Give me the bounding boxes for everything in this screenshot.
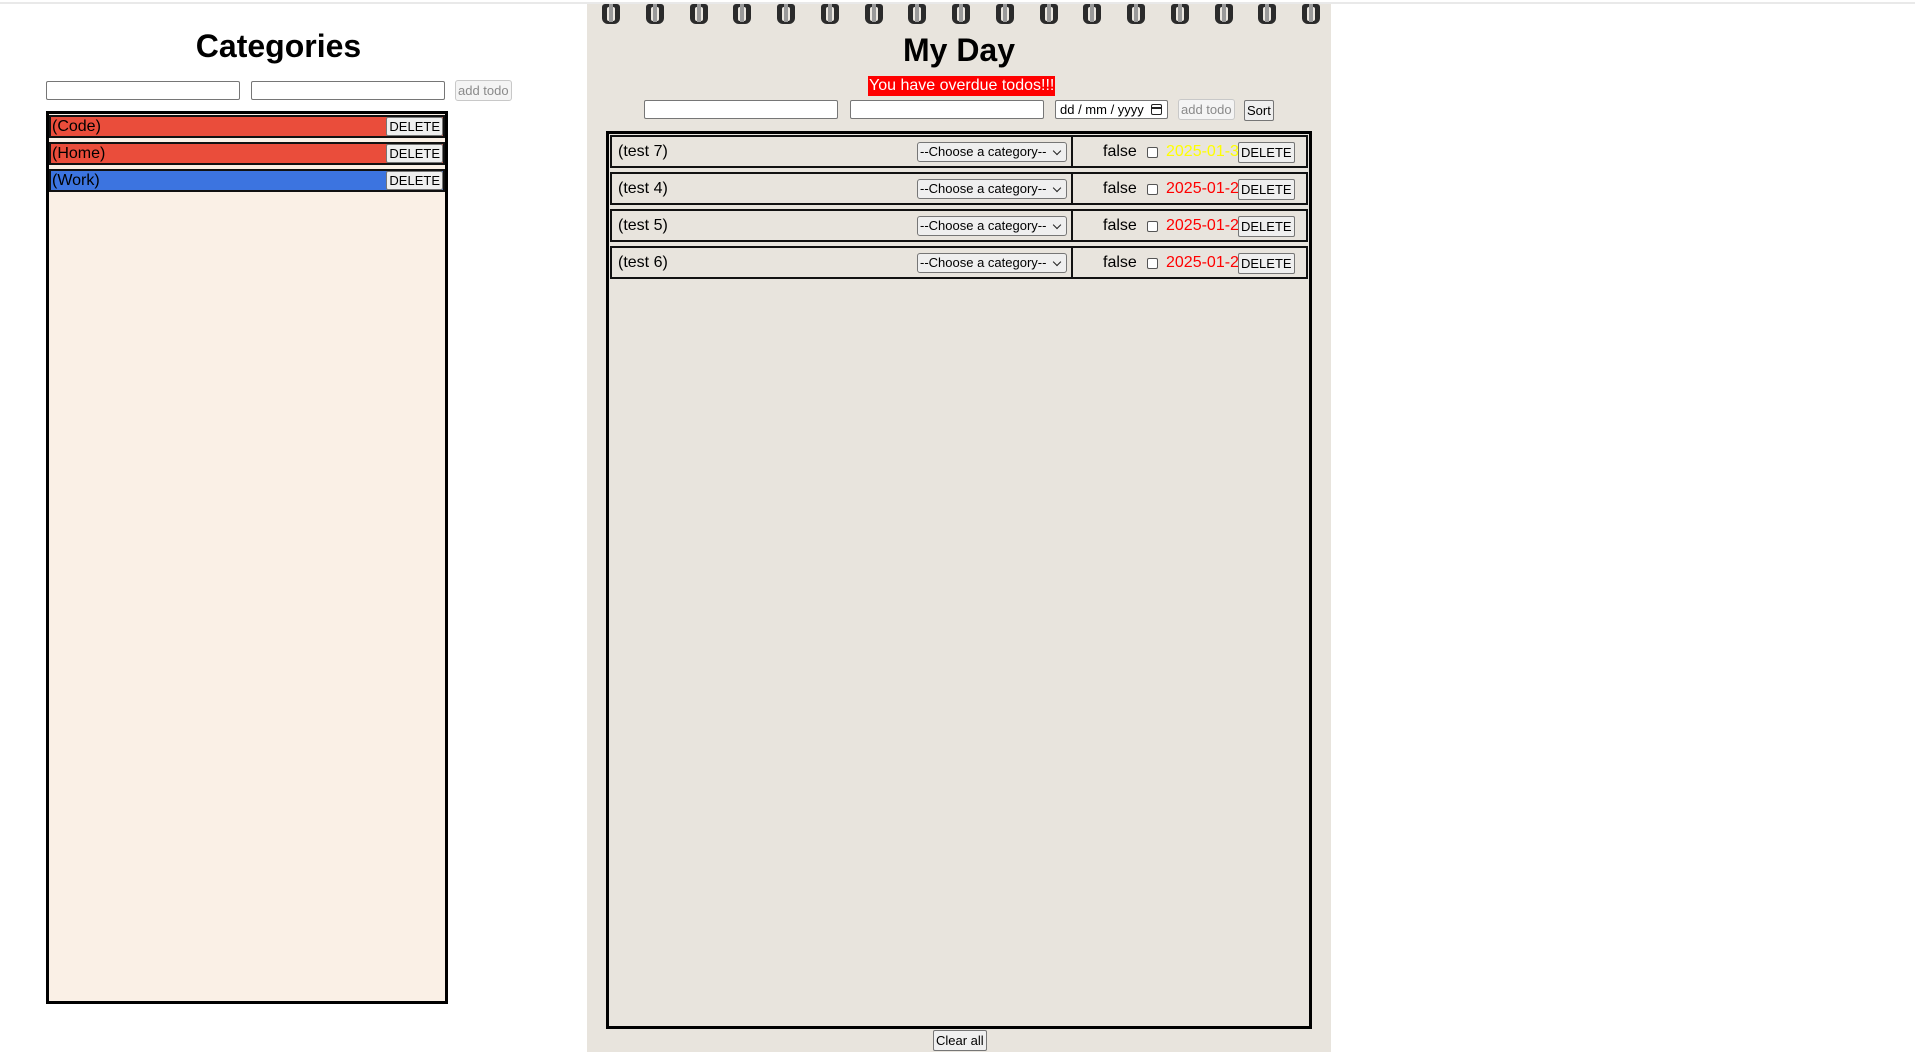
todo-title-input[interactable] (644, 100, 838, 119)
spiral-ring-icon (689, 4, 709, 26)
done-status: false (1103, 180, 1137, 197)
row-divider (1071, 135, 1073, 168)
spiral-ring-icon (1039, 4, 1059, 26)
chevron-down-icon (1052, 220, 1062, 230)
chevron-down-icon (1052, 146, 1062, 156)
spiral-ring-icon (820, 4, 840, 26)
spiral-ring-icon (1170, 4, 1190, 26)
calendar-icon[interactable] (1151, 104, 1162, 115)
spiral-ring-icon (864, 4, 884, 26)
row-divider (1071, 246, 1073, 279)
category-select[interactable]: --Choose a category-- (917, 179, 1067, 199)
spiral-ring-icon (1257, 4, 1277, 26)
category-label: (Work) (52, 172, 100, 189)
due-date-input[interactable]: dd / mm / yyyy (1055, 100, 1168, 119)
category-select-value: --Choose a category-- (920, 255, 1047, 270)
delete-todo-button[interactable]: DELETE (1238, 142, 1295, 163)
category-select-value: --Choose a category-- (920, 181, 1047, 196)
category-select-value: --Choose a category-- (920, 218, 1047, 233)
delete-category-button[interactable]: DELETE (386, 117, 443, 136)
spiral-ring-icon (776, 4, 796, 26)
overdue-alert: You have overdue todos!!! (868, 76, 1056, 96)
done-checkbox[interactable] (1147, 221, 1158, 232)
todo-label: (test 4) (618, 180, 668, 197)
category-label: (Code) (52, 118, 101, 135)
todo-list: (test 7) --Choose a category-- false 202… (606, 131, 1312, 1029)
delete-todo-button[interactable]: DELETE (1238, 179, 1295, 200)
todo-label: (test 6) (618, 254, 668, 271)
delete-todo-button[interactable]: DELETE (1238, 253, 1295, 274)
todo-row: (test 6) --Choose a category-- false 202… (610, 246, 1308, 279)
category-item-code: (Code) DELETE (49, 115, 445, 138)
category-name-input[interactable] (46, 81, 240, 100)
done-checkbox[interactable] (1147, 147, 1158, 158)
due-date: 2025-01-26 (1166, 254, 1248, 271)
spiral-binding (601, 4, 1321, 28)
todo-label: (test 7) (618, 143, 668, 160)
todo-label: (test 5) (618, 217, 668, 234)
row-divider (1071, 172, 1073, 205)
category-select[interactable]: --Choose a category-- (917, 253, 1067, 273)
done-checkbox[interactable] (1147, 258, 1158, 269)
chevron-down-icon (1052, 257, 1062, 267)
spiral-ring-icon (907, 4, 927, 26)
category-select-value: --Choose a category-- (920, 144, 1047, 159)
category-item-home: (Home) DELETE (49, 142, 445, 165)
category-select[interactable]: --Choose a category-- (917, 216, 1067, 236)
spiral-ring-icon (995, 4, 1015, 26)
category-item-work: (Work) DELETE (49, 169, 445, 192)
sort-button[interactable]: Sort (1244, 100, 1274, 121)
done-status: false (1103, 217, 1137, 234)
spiral-ring-icon (645, 4, 665, 26)
clear-all-button[interactable]: Clear all (933, 1030, 987, 1051)
todo-description-input[interactable] (850, 100, 1044, 119)
done-status: false (1103, 254, 1137, 271)
spiral-ring-icon (732, 4, 752, 26)
done-checkbox[interactable] (1147, 184, 1158, 195)
add-todo-button[interactable]: add todo (1178, 99, 1235, 120)
spiral-ring-icon (1301, 4, 1321, 26)
category-color-input[interactable] (251, 81, 445, 100)
row-divider (1071, 209, 1073, 242)
notebook-panel: My Day You have overdue todos!!! dd / mm… (587, 4, 1331, 1052)
todo-row: (test 5) --Choose a category-- false 202… (610, 209, 1308, 242)
category-label: (Home) (52, 145, 106, 162)
spiral-ring-icon (1126, 4, 1146, 26)
todo-row: (test 7) --Choose a category-- false 202… (610, 135, 1308, 168)
delete-category-button[interactable]: DELETE (386, 144, 443, 163)
todo-row: (test 4) --Choose a category-- false 202… (610, 172, 1308, 205)
date-placeholder: dd / mm / yyyy (1060, 102, 1144, 117)
chevron-down-icon (1052, 183, 1062, 193)
categories-title: Categories (195, 28, 362, 64)
category-select[interactable]: --Choose a category-- (917, 142, 1067, 162)
delete-todo-button[interactable]: DELETE (1238, 216, 1295, 237)
spiral-ring-icon (1082, 4, 1102, 26)
spiral-ring-icon (601, 4, 621, 26)
due-date: 2025-01-25 (1166, 217, 1248, 234)
due-date: 2025-01-31 (1166, 143, 1248, 160)
spiral-ring-icon (1214, 4, 1234, 26)
category-list: (Code) DELETE (Home) DELETE (Work) DELET… (46, 111, 448, 1004)
due-date: 2025-01-24 (1166, 180, 1248, 197)
done-status: false (1103, 143, 1137, 160)
add-category-button[interactable]: add todo (455, 80, 512, 101)
delete-category-button[interactable]: DELETE (386, 171, 443, 190)
spiral-ring-icon (951, 4, 971, 26)
page-title: My Day (902, 32, 1016, 68)
